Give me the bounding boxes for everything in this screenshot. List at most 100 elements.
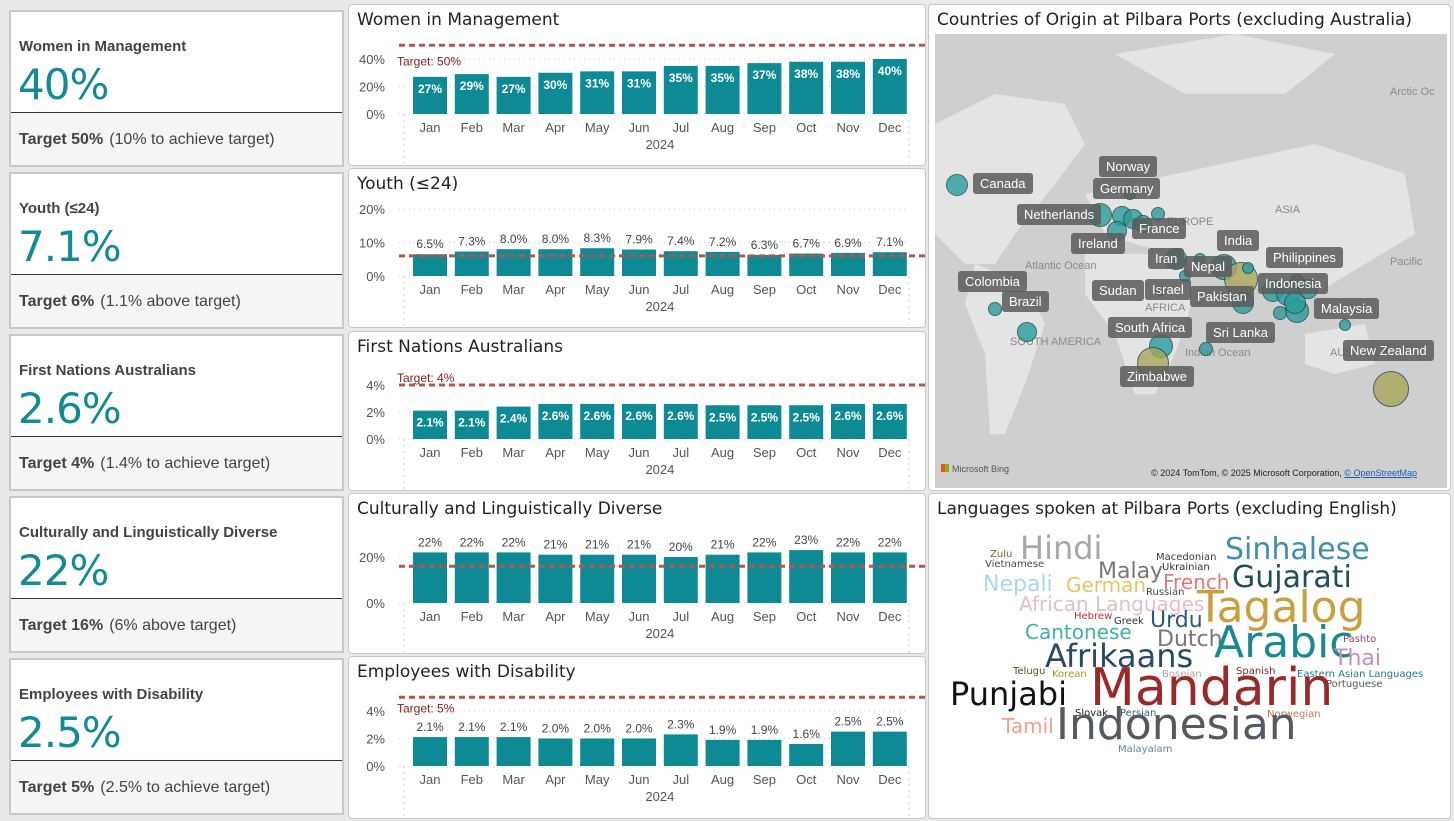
- bar: [413, 737, 447, 766]
- x-tick-label: Oct: [796, 609, 817, 624]
- country-bubble[interactable]: [988, 302, 1002, 316]
- x-tick-label: Nov: [836, 445, 860, 460]
- country-bubble[interactable]: [1017, 322, 1037, 342]
- bar: [496, 249, 531, 276]
- y-tick-label: 2%: [366, 405, 385, 420]
- bar: [747, 739, 782, 766]
- target-label: Target: 4%: [397, 371, 455, 385]
- word-cloud-word[interactable]: Malayalam: [1118, 745, 1172, 755]
- data-label: 7.2%: [709, 235, 737, 249]
- x-tick-label: Apr: [545, 772, 566, 787]
- country-label[interactable]: France: [1132, 218, 1187, 239]
- country-bubble[interactable]: [1284, 292, 1306, 314]
- bar: [538, 249, 573, 276]
- word-cloud-word[interactable]: Tamil: [1002, 716, 1054, 736]
- country-bubble[interactable]: [1242, 262, 1254, 274]
- kpi-card: Women in Management 40% Target 50% (10% t…: [9, 10, 344, 167]
- country-bubble[interactable]: [946, 174, 968, 196]
- country-label[interactable]: Sudan: [1092, 280, 1144, 301]
- country-label[interactable]: Norway: [1099, 156, 1158, 177]
- country-label[interactable]: India: [1217, 230, 1260, 251]
- chart-title: Youth (≤24): [357, 174, 459, 194]
- y-tick-label: 4%: [366, 704, 385, 719]
- country-label[interactable]: Sri Lanka: [1206, 322, 1275, 343]
- data-label: 2.0%: [625, 722, 653, 736]
- data-label: 6.3%: [751, 238, 779, 252]
- wordcloud-title: Languages spoken at Pilbara Ports (exclu…: [937, 499, 1397, 519]
- x-tick-label: Nov: [836, 282, 860, 297]
- data-label: 2.1%: [416, 720, 444, 734]
- country-label[interactable]: South Africa: [1108, 317, 1193, 338]
- word-cloud-word[interactable]: Portuguese: [1326, 680, 1382, 690]
- country-label[interactable]: Iran: [1148, 248, 1185, 269]
- word-cloud-word[interactable]: Punjabi: [950, 678, 1067, 710]
- x-tick-label: May: [585, 282, 610, 297]
- country-label[interactable]: New Zealand: [1343, 340, 1434, 361]
- data-label: 21%: [543, 538, 567, 552]
- kpi-target: Target 5% (2.5% to achieve target): [11, 761, 342, 813]
- kpi-target-note: (6% above target): [109, 617, 237, 634]
- x-tick-label: Jan: [420, 445, 441, 460]
- word-cloud-word[interactable]: Pashto: [1343, 635, 1376, 645]
- kpi-card: Youth (≤24) 7.1% Target 6% (1.1% above ta…: [9, 172, 344, 329]
- country-label[interactable]: Brazil: [1002, 291, 1049, 312]
- word-cloud-word[interactable]: Thai: [1334, 648, 1381, 670]
- data-label: 30%: [543, 78, 567, 92]
- y-tick-label: 0%: [366, 432, 385, 447]
- x-tick-label: Sep: [753, 445, 776, 460]
- word-cloud-word[interactable]: Hindi: [1020, 532, 1102, 564]
- x-tick-label: Oct: [796, 120, 817, 135]
- data-label: 22%: [418, 535, 442, 549]
- country-bubble[interactable]: [1339, 319, 1351, 331]
- bar-chart-panel: 0% 2% 4% 2.1% Jan 2.1% Feb 2.4% Mar 2.6% Apr 2.6% Ma…: [348, 331, 926, 492]
- word-cloud-word[interactable]: Indonesian: [1056, 703, 1297, 747]
- country-label[interactable]: Zimbabwe: [1120, 366, 1194, 387]
- x-tick-label: Aug: [711, 772, 734, 787]
- country-label[interactable]: Malaysia: [1314, 298, 1380, 319]
- country-label[interactable]: Philippines: [1266, 247, 1343, 268]
- country-label[interactable]: Netherlands: [1017, 204, 1102, 225]
- country-bubble[interactable]: [1373, 371, 1409, 407]
- data-label: 2.4%: [500, 412, 528, 426]
- country-label[interactable]: Germany: [1093, 178, 1161, 199]
- bar: [580, 248, 615, 276]
- kpi-target-note: (2.5% to achieve target): [100, 779, 271, 796]
- y-tick-label: 0%: [366, 107, 385, 122]
- kpi-target-label: Target 4%: [19, 455, 95, 472]
- kpi-target-label: Target 5%: [19, 779, 95, 796]
- kpi-title: Women in Management: [19, 38, 187, 55]
- data-label: 2.5%: [751, 410, 779, 424]
- data-label: 6.7%: [793, 237, 821, 251]
- map-region-label: ASIA: [1275, 204, 1301, 216]
- country-label[interactable]: Israel: [1145, 279, 1191, 300]
- country-label[interactable]: Colombia: [958, 271, 1027, 292]
- openstreetmap-link[interactable]: © OpenStreetMap: [1344, 468, 1417, 478]
- x-tick-label: Apr: [545, 609, 566, 624]
- kpi-target-label: Target 6%: [19, 293, 95, 310]
- country-bubble[interactable]: [1199, 342, 1213, 356]
- x-tick-label: Dec: [878, 772, 902, 787]
- country-label[interactable]: Ireland: [1071, 233, 1125, 254]
- data-label: 40%: [878, 64, 902, 78]
- data-label: 20%: [669, 540, 693, 554]
- bar: [413, 254, 447, 276]
- map-panel: Countries of Origin at Pilbara Ports (ex…: [928, 4, 1451, 491]
- x-tick-label: Jun: [629, 445, 650, 460]
- country-label[interactable]: Canada: [973, 173, 1033, 194]
- chart-title: Women in Management: [357, 10, 560, 30]
- country-label[interactable]: Pakistan: [1190, 286, 1254, 307]
- bar: [622, 249, 656, 276]
- bar: [413, 552, 447, 603]
- country-label[interactable]: Nepal: [1184, 256, 1232, 277]
- x-tick-label: Oct: [796, 772, 817, 787]
- map-region-label: Atlantic Ocean: [1025, 260, 1097, 272]
- bar: [496, 737, 531, 766]
- x-tick-label: Jun: [629, 772, 650, 787]
- x-tick-label: Jul: [672, 282, 689, 297]
- x-tick-label: Apr: [545, 282, 566, 297]
- x-tick-label: Jul: [672, 120, 689, 135]
- country-label[interactable]: Indonesia: [1258, 273, 1329, 294]
- x-tick-label: Apr: [545, 120, 566, 135]
- bubble-map[interactable]: Arctic Oc ASIA EUROPE Atlantic Ocean Pacific…: [935, 34, 1447, 488]
- bar: [747, 254, 782, 276]
